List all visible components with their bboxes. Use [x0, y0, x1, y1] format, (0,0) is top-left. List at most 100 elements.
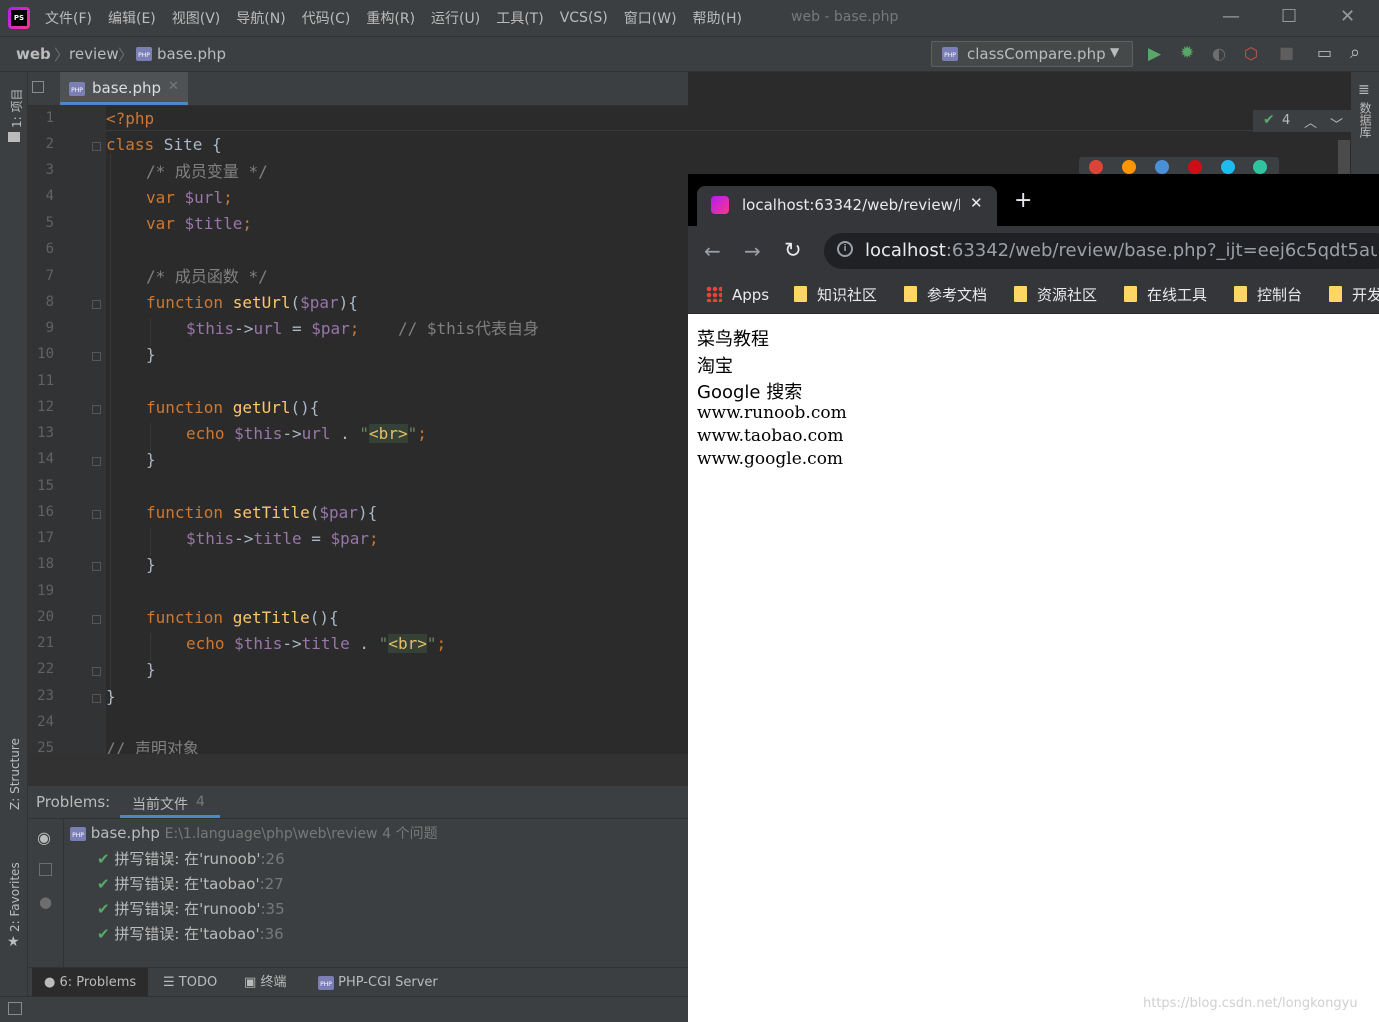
- tool-window-toggle-icon[interactable]: [8, 1002, 22, 1015]
- close-window-icon[interactable]: ✕: [1340, 6, 1355, 27]
- tab-current-file[interactable]: 当前文件 4: [120, 786, 220, 818]
- ie-icon[interactable]: [1221, 160, 1235, 174]
- folder-icon: [1234, 285, 1247, 302]
- problems-file-node[interactable]: PHP base.php E:\1.language\php\web\revie…: [70, 823, 438, 843]
- tab-list-icon[interactable]: [32, 81, 44, 93]
- fold-marker-icon[interactable]: [92, 142, 101, 151]
- maximize-icon[interactable]: ☐: [1281, 6, 1297, 27]
- reload-icon[interactable]: ↻: [784, 238, 802, 262]
- project-tool-button[interactable]: 1: 项目: [8, 89, 25, 129]
- code-line: }: [146, 345, 156, 365]
- breadcrumb-file[interactable]: base.php: [157, 45, 226, 63]
- fold-marker-icon[interactable]: [92, 300, 101, 309]
- problem-item[interactable]: ✔ 拼写错误: 在'runoob':35: [97, 898, 285, 919]
- line-number: 1: [45, 110, 54, 126]
- run-icon[interactable]: ▶: [1148, 44, 1161, 64]
- todo-tool-button[interactable]: ☰ TODO: [163, 968, 217, 997]
- edge-icon[interactable]: [1253, 160, 1267, 174]
- bookmark-folder[interactable]: 参考文档: [904, 278, 987, 313]
- menu-refactor[interactable]: 重构(R): [366, 8, 415, 28]
- close-tab-icon[interactable]: ✕: [970, 194, 983, 212]
- keyword: function: [146, 608, 224, 627]
- previous-problem-icon[interactable]: ︿: [1304, 112, 1317, 131]
- minimize-icon[interactable]: —: [1222, 6, 1240, 27]
- line-number: 16: [37, 504, 54, 520]
- variable: $par: [311, 319, 350, 338]
- preview-icon[interactable]: [39, 863, 52, 876]
- punctuation: ;: [417, 424, 427, 443]
- php-cgi-server-tool-button[interactable]: PHP PHP-CGI Server: [318, 968, 438, 997]
- search-icon[interactable]: ⌕: [1350, 42, 1360, 63]
- forward-icon[interactable]: →: [744, 239, 761, 263]
- fold-marker-icon[interactable]: [92, 405, 101, 414]
- fold-marker-icon[interactable]: [92, 667, 101, 676]
- menu-window[interactable]: 窗口(W): [624, 8, 677, 28]
- problem-item[interactable]: ✔ 拼写错误: 在'taobao':27: [97, 873, 284, 894]
- bookmark-apps[interactable]: Apps: [706, 278, 769, 313]
- menu-tools[interactable]: 工具(T): [496, 8, 543, 28]
- php-file-icon: PHP: [136, 46, 152, 61]
- menu-navigate[interactable]: 导航(N): [236, 8, 285, 28]
- menu-edit[interactable]: 编辑(E): [108, 8, 156, 28]
- indent-guide: [150, 633, 151, 661]
- problem-text: 拼写错误: 在'taobao': [114, 925, 260, 943]
- keyword: function: [146, 293, 224, 312]
- coverage-icon[interactable]: ◐: [1212, 44, 1226, 63]
- run-configuration-select[interactable]: PHP classCompare.php ▼: [931, 41, 1133, 67]
- terminal-icon: ▣: [244, 975, 257, 990]
- property: url: [301, 424, 331, 443]
- breadcrumb-project[interactable]: web: [16, 45, 51, 63]
- site-info-icon[interactable]: i: [837, 241, 853, 257]
- menu-view[interactable]: 视图(V): [172, 8, 221, 28]
- bookmark-folder[interactable]: 资源社区: [1014, 278, 1097, 313]
- breadcrumb-folder[interactable]: review: [69, 45, 119, 63]
- terminal-tool-button[interactable]: ▣ 终端: [244, 968, 286, 997]
- fold-marker-icon[interactable]: [92, 615, 101, 624]
- fold-marker-icon[interactable]: [92, 510, 101, 519]
- code-text: ->: [234, 529, 254, 548]
- lightbulb-icon[interactable]: ●: [39, 893, 52, 911]
- browser-tab[interactable]: localhost:63342/web/review/b ✕: [697, 186, 997, 226]
- profile-icon[interactable]: ⬡: [1244, 44, 1258, 63]
- bookmark-folder[interactable]: 在线工具: [1124, 278, 1207, 313]
- chrome-icon[interactable]: [1089, 160, 1103, 174]
- problems-tool-button[interactable]: ● 6: Problems: [32, 968, 148, 997]
- toolbox-icon[interactable]: ▭: [1317, 43, 1332, 62]
- editor-scrollbar[interactable]: [1338, 140, 1350, 174]
- bookmark-folder[interactable]: 开发: [1329, 278, 1379, 313]
- next-problem-icon[interactable]: ﹀: [1330, 114, 1343, 133]
- menu-file[interactable]: 文件(F): [45, 8, 92, 28]
- structure-tool-button[interactable]: Z: Structure: [8, 738, 22, 810]
- firefox-icon[interactable]: [1122, 160, 1136, 174]
- new-tab-icon[interactable]: +: [1014, 190, 1032, 212]
- problem-item[interactable]: ✔ 拼写错误: 在'taobao':36: [97, 923, 284, 944]
- inspection-widget[interactable]: ✔ 4 ︿ ﹀: [1253, 110, 1351, 133]
- close-tab-icon[interactable]: ✕: [168, 79, 179, 94]
- menu-help[interactable]: 帮助(H): [693, 8, 742, 28]
- problem-item[interactable]: ✔ 拼写错误: 在'runoob':26: [97, 848, 285, 869]
- database-tool-button[interactable]: 数据库: [1357, 102, 1374, 138]
- tab-label: base.php: [92, 79, 162, 97]
- debug-icon[interactable]: ✹: [1180, 43, 1194, 63]
- fold-marker-icon[interactable]: [92, 694, 101, 703]
- opera-icon[interactable]: [1188, 160, 1202, 174]
- code-line: function getUrl(){: [146, 398, 319, 418]
- bookmark-folder[interactable]: 控制台: [1234, 278, 1302, 313]
- menu-vcs[interactable]: VCS(S): [560, 10, 608, 26]
- fold-marker-icon[interactable]: [92, 562, 101, 571]
- eye-icon[interactable]: ◉: [37, 828, 51, 847]
- fold-marker-icon[interactable]: [92, 352, 101, 361]
- fold-marker-icon[interactable]: [92, 457, 101, 466]
- back-icon[interactable]: ←: [704, 239, 721, 263]
- address-bar[interactable]: i localhost:63342/web/review/base.php?_i…: [824, 233, 1379, 269]
- menu-code[interactable]: 代码(C): [302, 8, 351, 28]
- code-line: <?php: [106, 109, 154, 129]
- stop-icon[interactable]: ■: [1279, 43, 1294, 62]
- tab-base-php[interactable]: PHP base.php ✕: [60, 72, 188, 105]
- safari-icon[interactable]: [1155, 160, 1169, 174]
- menu-run[interactable]: 运行(U): [431, 8, 480, 28]
- favorites-tool-button[interactable]: 2: Favorites: [8, 862, 22, 932]
- bookmark-folder[interactable]: 知识社区: [794, 278, 877, 313]
- function-name: getUrl: [223, 398, 291, 417]
- browser-tab-title: localhost:63342/web/review/b: [742, 196, 960, 214]
